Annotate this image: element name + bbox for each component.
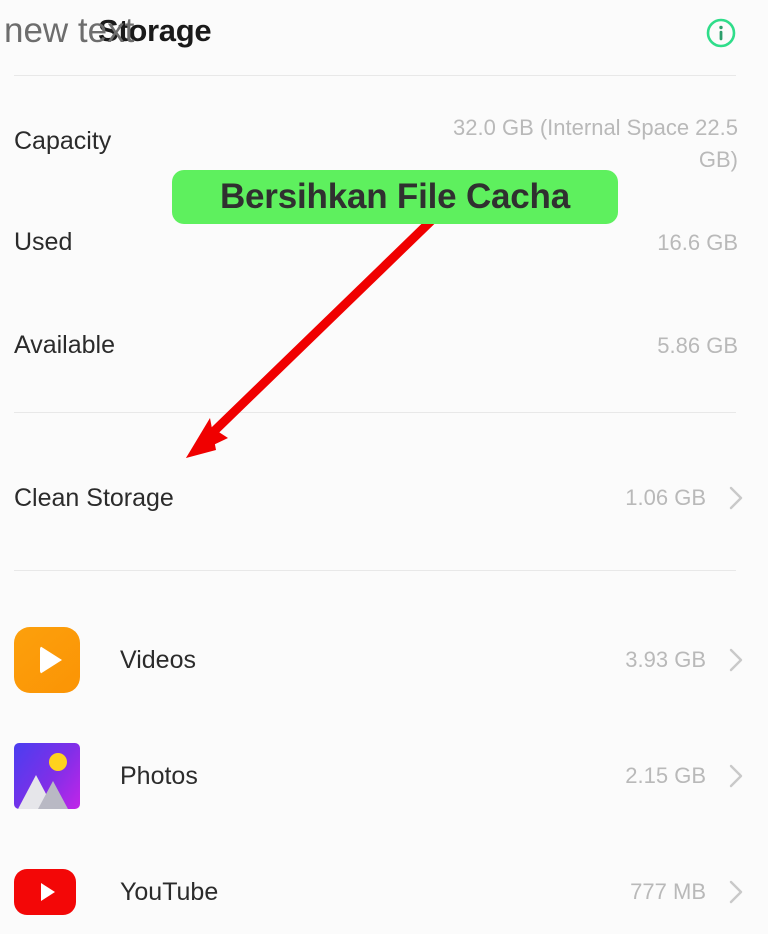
row-photos[interactable]: Photos 2.15 GB [0, 743, 768, 809]
row-available: Available 5.86 GB [0, 330, 768, 362]
divider-above-categories [14, 570, 736, 571]
youtube-label: YouTube [120, 877, 219, 906]
photos-value: 2.15 GB [625, 763, 706, 788]
row-used-value: 16.6 GB [657, 230, 738, 255]
videos-play-icon [14, 627, 80, 693]
row-youtube[interactable]: YouTube 777 MB [0, 860, 768, 924]
overlay-annotation-text: new text [4, 11, 135, 50]
divider-top [14, 75, 736, 76]
row-available-value: 5.86 GB [657, 333, 738, 358]
photos-label: Photos [120, 761, 198, 790]
header-bar: Storage new text [0, 0, 768, 76]
videos-value: 3.93 GB [625, 647, 706, 672]
chevron-right-icon [728, 483, 746, 513]
row-used: Used 16.6 GB [0, 227, 768, 259]
chevron-right-icon [728, 761, 746, 791]
storage-settings-screen: Storage new text Capacity 32.0 GB (Inter… [0, 0, 768, 934]
row-clean-storage[interactable]: Clean Storage 1.06 GB [0, 466, 768, 530]
clean-storage-value: 1.06 GB [625, 485, 706, 510]
chevron-right-icon [728, 877, 746, 907]
youtube-value: 777 MB [630, 879, 706, 904]
youtube-icon [14, 860, 80, 924]
row-capacity: Capacity 32.0 GB (Internal Space 22.5 GB… [0, 112, 768, 176]
photos-gallery-icon [14, 743, 80, 809]
row-capacity-value: 32.0 GB (Internal Space 22.5 GB) [453, 115, 738, 172]
annotation-banner-text: Bersihkan File Cacha [219, 177, 571, 216]
clean-storage-label: Clean Storage [14, 483, 174, 512]
row-available-label: Available [14, 331, 116, 359]
videos-label: Videos [120, 645, 196, 674]
row-videos[interactable]: Videos 3.93 GB [0, 627, 768, 693]
divider-above-clean-storage [14, 412, 736, 413]
info-circle-icon[interactable] [704, 16, 738, 50]
annotation-banner: Bersihkan File Cacha [172, 170, 618, 224]
row-used-label: Used [14, 228, 73, 256]
chevron-right-icon [728, 645, 746, 675]
row-capacity-label: Capacity [14, 127, 112, 155]
